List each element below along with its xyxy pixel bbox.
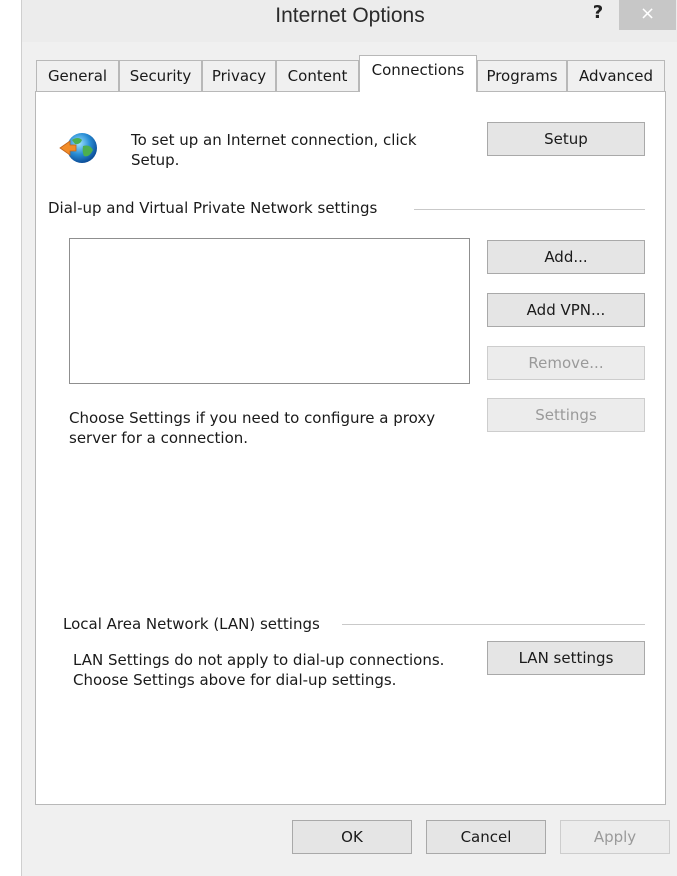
setup-button[interactable]: Setup: [487, 122, 645, 156]
globe-connection-icon: [59, 133, 97, 163]
tab-security[interactable]: Security: [119, 60, 202, 91]
setup-text-line1: To set up an Internet connection, click: [131, 131, 417, 149]
lan-group-divider: [342, 624, 645, 625]
apply-button[interactable]: Apply: [560, 820, 670, 854]
dialup-connections-list[interactable]: [69, 238, 470, 384]
proxy-text-line2: server for a connection.: [69, 429, 249, 447]
setup-text-line2: Setup.: [131, 151, 180, 169]
lan-settings-button[interactable]: LAN settings: [487, 641, 645, 675]
tab-advanced[interactable]: Advanced: [567, 60, 665, 91]
lan-group-label: Local Area Network (LAN) settings: [63, 615, 320, 633]
tab-privacy[interactable]: Privacy: [202, 60, 276, 91]
settings-button[interactable]: Settings: [487, 398, 645, 432]
help-button[interactable]: ?: [584, 0, 612, 30]
tab-connections[interactable]: Connections: [359, 55, 477, 92]
title-bar[interactable]: Internet Options ? ×: [22, 0, 677, 42]
add-vpn-button[interactable]: Add VPN...: [487, 293, 645, 327]
dialup-group-divider: [414, 209, 645, 210]
dialup-group-label: Dial-up and Virtual Private Network sett…: [48, 199, 378, 217]
window-title: Internet Options: [275, 4, 425, 27]
lan-text-line2: Choose Settings above for dial-up settin…: [73, 671, 397, 689]
lan-text-line1: LAN Settings do not apply to dial-up con…: [73, 651, 445, 669]
tab-content[interactable]: Content: [276, 60, 359, 91]
tab-general[interactable]: General: [36, 60, 119, 91]
tab-programs[interactable]: Programs: [477, 60, 567, 91]
close-button[interactable]: ×: [619, 0, 676, 30]
proxy-text-line1: Choose Settings if you need to configure…: [69, 409, 436, 427]
cancel-button[interactable]: Cancel: [426, 820, 546, 854]
add-button[interactable]: Add...: [487, 240, 645, 274]
connections-panel: To set up an Internet connection, click …: [35, 91, 666, 805]
remove-button[interactable]: Remove...: [487, 346, 645, 380]
ok-button[interactable]: OK: [292, 820, 412, 854]
internet-options-window: Internet Options ? × General Security Pr…: [21, 0, 677, 876]
